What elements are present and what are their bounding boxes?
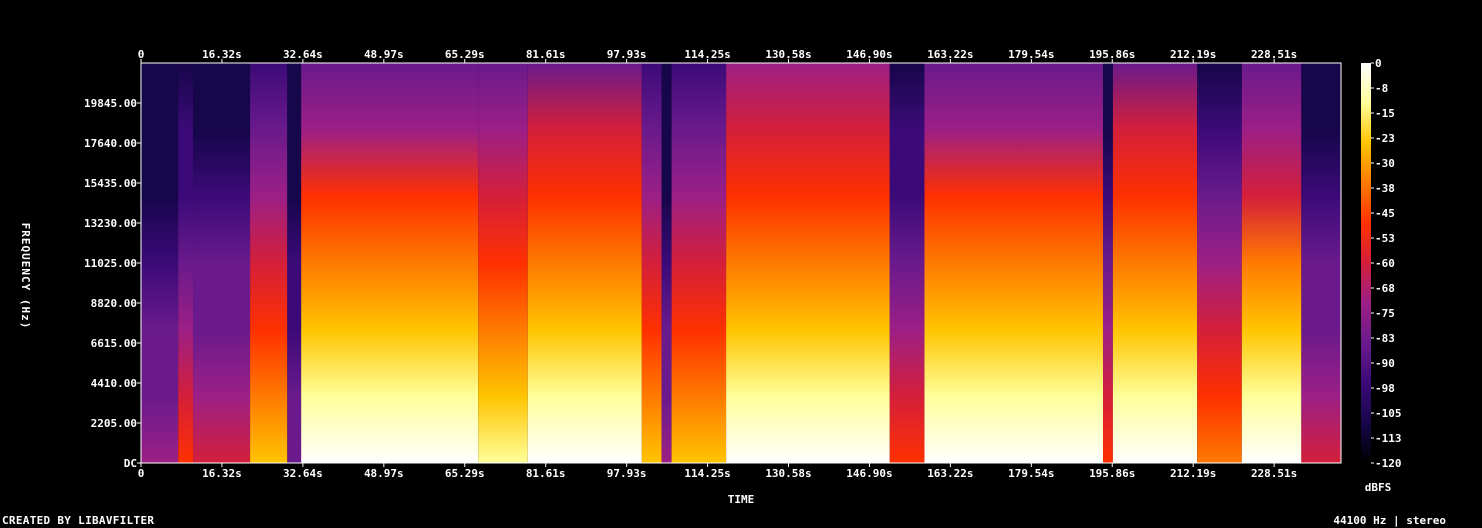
colorbar — [1361, 63, 1371, 463]
colorbar-tick-label: -8 — [1375, 82, 1388, 95]
x-tick-label-bottom: 163.22s — [927, 467, 973, 480]
spectrogram-segment — [141, 63, 179, 463]
x-tick-label-top: 0 — [138, 48, 145, 61]
colorbar-tick-label: -75 — [1375, 307, 1395, 320]
colorbar-tick-label: 0 — [1375, 57, 1382, 70]
y-tick-label: 11025.00 — [84, 257, 137, 270]
spectrogram-segment — [1112, 63, 1198, 463]
spectrogram-segment — [1102, 63, 1113, 463]
y-tick-label: 15435.00 — [84, 177, 137, 190]
y-tick-label: 13230.00 — [84, 217, 137, 230]
x-tick-label-top: 32.64s — [283, 48, 323, 61]
spectrogram-segment — [889, 63, 925, 463]
spectrogram-segment — [478, 63, 528, 463]
y-tick-label: 17640.00 — [84, 137, 137, 150]
colorbar-tick-label: -60 — [1375, 257, 1395, 270]
y-tick-label: 4410.00 — [91, 377, 137, 390]
colorbar-tick-label: -30 — [1375, 157, 1395, 170]
colorbar-tick-label: -83 — [1375, 332, 1395, 345]
x-axis-title: TIME — [728, 493, 755, 506]
spectrogram-segment — [287, 63, 302, 463]
colorbar-tick-label: -113 — [1375, 432, 1402, 445]
x-tick-label-top: 130.58s — [765, 48, 811, 61]
spectrogram-chart: 0 0 16.32s 16.32s 32.64s 32.64s 48.97s 48.97s 65… — [19, 48, 1402, 506]
colorbar-tick-label: -45 — [1375, 207, 1395, 220]
x-tick-label-bottom: 179.54s — [1008, 467, 1054, 480]
colorbar-tick-label: -38 — [1375, 182, 1395, 195]
colorbar-tick-label: -68 — [1375, 282, 1395, 295]
x-tick-label-bottom: 81.61s — [526, 467, 566, 480]
x-tick-label-top: 65.29s — [445, 48, 485, 61]
x-tick-label-top: 114.25s — [684, 48, 730, 61]
x-tick-label-bottom: 114.25s — [684, 467, 730, 480]
x-tick-label-top: 195.86s — [1089, 48, 1135, 61]
x-tick-label-top: 97.93s — [607, 48, 647, 61]
x-tick-label-bottom: 65.29s — [445, 467, 485, 480]
x-tick-label-bottom: 130.58s — [765, 467, 811, 480]
spectrogram-segment — [661, 63, 672, 463]
x-tick-label-top: 212.19s — [1170, 48, 1216, 61]
spectrogram-segment — [193, 63, 251, 463]
spectrogram-segment — [301, 63, 479, 463]
x-tick-label-bottom: 212.19s — [1170, 467, 1216, 480]
x-tick-label-top: 179.54s — [1008, 48, 1054, 61]
spectrogram-segment — [671, 63, 727, 463]
x-tick-label-top: 48.97s — [364, 48, 404, 61]
y-tick-label: 8820.00 — [91, 297, 137, 310]
colorbar-tick-label: -23 — [1375, 132, 1395, 145]
colorbar-label: dBFS — [1365, 481, 1392, 494]
spectrogram-segment — [924, 63, 1103, 463]
y-tick-label: 19845.00 — [84, 97, 137, 110]
x-tick-label-bottom: 228.51s — [1251, 467, 1297, 480]
footer-credit: CREATED BY LIBAVFILTER — [2, 514, 155, 527]
x-tick-label-top: 163.22s — [927, 48, 973, 61]
colorbar-tick-label: -53 — [1375, 232, 1395, 245]
spectrogram-segment — [250, 63, 288, 463]
spectrogram-segments — [141, 63, 1341, 463]
spectrogram-segment — [527, 63, 642, 463]
footer-sample-rate: 44100 Hz | stereo — [1333, 514, 1446, 527]
x-tick-label-bottom: 195.86s — [1089, 467, 1135, 480]
colorbar-tick-label: -120 — [1375, 457, 1402, 470]
x-tick-label-bottom: 146.90s — [846, 467, 892, 480]
x-tick-label-top: 146.90s — [846, 48, 892, 61]
x-tick-label-bottom: 0 — [138, 467, 145, 480]
x-tick-label-bottom: 32.64s — [283, 467, 323, 480]
spectrogram-segment — [1241, 63, 1302, 463]
x-tick-label-top: 81.61s — [526, 48, 566, 61]
spectrogram-segment — [726, 63, 890, 463]
y-axis-title: FREQUENCY (Hz) — [19, 223, 32, 330]
spectrogram-segment — [641, 63, 662, 463]
spectrogram-segment — [1301, 63, 1341, 463]
colorbar-tick-label: -90 — [1375, 357, 1395, 370]
x-tick-label-bottom: 97.93s — [607, 467, 647, 480]
spectrogram-segment — [178, 63, 194, 463]
spectrogram-segment — [1197, 63, 1242, 463]
colorbar-tick-label: -98 — [1375, 382, 1395, 395]
x-tick-label-top: 228.51s — [1251, 48, 1297, 61]
y-tick-label: 6615.00 — [91, 337, 137, 350]
x-tick-label-bottom: 48.97s — [364, 467, 404, 480]
colorbar-tick-label: -105 — [1375, 407, 1402, 420]
y-tick-label: 2205.00 — [91, 417, 137, 430]
y-tick-label: DC — [124, 457, 137, 470]
x-tick-label-bottom: 16.32s — [202, 467, 242, 480]
x-tick-label-top: 16.32s — [202, 48, 242, 61]
colorbar-tick-label: -15 — [1375, 107, 1395, 120]
